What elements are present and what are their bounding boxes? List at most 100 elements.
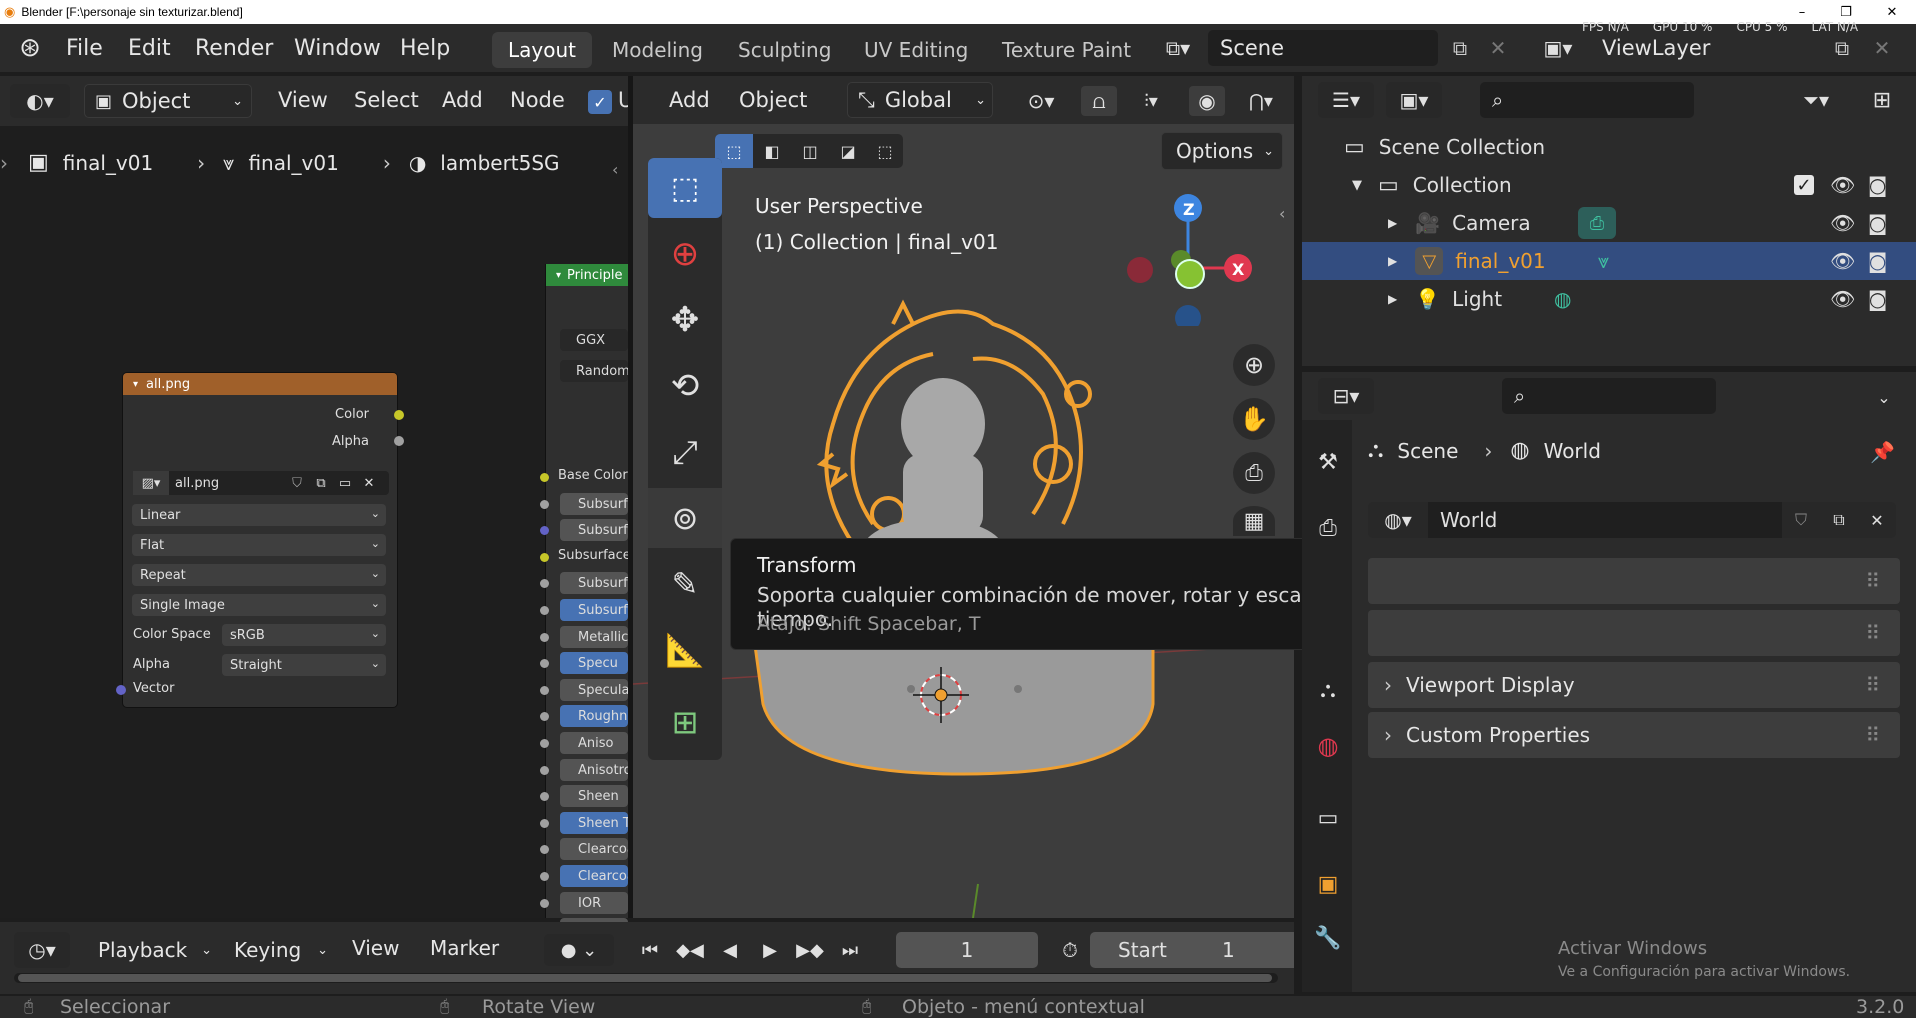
projection-dropdown[interactable]: Flat ⌄ — [132, 534, 386, 556]
play-icon[interactable]: ▶ — [750, 940, 790, 961]
alpha-mode-dropdown[interactable]: Straight ⌄ — [222, 654, 386, 676]
node-menu-select[interactable]: Select — [354, 88, 419, 112]
tab-texture-paint[interactable]: Texture Paint — [986, 32, 1147, 68]
viewport-menu-object[interactable]: Object — [739, 88, 807, 112]
transform-orientation-dropdown[interactable]: ⤡ Global ⌄ — [847, 82, 993, 118]
tab-uv-editing[interactable]: UV Editing — [848, 32, 984, 68]
keying-menu[interactable]: Keying ⌄ — [224, 932, 332, 968]
start-frame-field[interactable]: Start 1 — [1090, 932, 1294, 968]
principled-input-socket[interactable] — [540, 819, 549, 828]
drag-handle-icon[interactable]: ⠿ — [1865, 673, 1880, 697]
3d-viewport[interactable]: Add Object ⤡ Global ⌄ ⊙▾ ⩍ ⫶▾ ◉ ⋂▾ ⬚ ◧ ◫… — [633, 76, 1294, 918]
scene-name-field[interactable]: Scene — [1208, 30, 1438, 66]
principled-input-row[interactable]: Subsurfa — [560, 572, 628, 594]
jump-start-icon[interactable]: ⏮ — [630, 940, 670, 961]
principled-input-socket[interactable] — [540, 633, 549, 642]
principled-input-socket[interactable] — [540, 792, 549, 801]
new-view-layer-icon[interactable]: ⧉ — [1826, 32, 1858, 64]
tab-modeling[interactable]: Modeling — [596, 32, 719, 68]
outliner-row-final-v01[interactable]: ▶ ▽ final_v01 ⩔ 👁 ◙ — [1302, 242, 1916, 280]
output-color-socket[interactable] — [394, 410, 404, 420]
expand-arrow-icon[interactable]: ▶ — [1388, 216, 1397, 230]
principled-input-socket[interactable] — [540, 712, 549, 721]
visibility-eye-icon[interactable]: 👁 — [1830, 249, 1855, 273]
node-menu-add[interactable]: Add — [442, 88, 483, 112]
move-tool-icon[interactable]: ✥ — [648, 290, 722, 350]
scene-tab-icon[interactable]: ⛬ — [1310, 672, 1346, 708]
zoom-icon[interactable]: ⊕ — [1233, 344, 1275, 386]
tool-tab-icon[interactable]: ⚒ — [1310, 444, 1346, 480]
select-box-tool-icon[interactable]: ⬚ — [648, 158, 722, 218]
outliner-row-camera[interactable]: ▶ 🎥 Camera ⎙ 👁 ◙ — [1302, 204, 1916, 242]
principled-input-row[interactable]: Metallic — [560, 626, 628, 648]
principled-input-row[interactable]: Roughn — [560, 705, 628, 727]
snap-icon[interactable]: ⩍ — [1081, 86, 1117, 116]
principled-input-socket[interactable] — [540, 872, 549, 881]
render-camera-icon[interactable]: ◙ — [1868, 173, 1887, 197]
proportional-editing-icon[interactable]: ◉ — [1189, 86, 1225, 116]
unlink-image-icon[interactable]: ✕ — [357, 476, 381, 491]
timeline-scrollbar-thumb[interactable] — [18, 974, 1272, 982]
principled-input-row[interactable]: Subsurface — [558, 548, 628, 563]
image-name-field[interactable]: all.png — [175, 476, 285, 491]
tab-layout[interactable]: Layout — [492, 32, 592, 68]
annotate-tool-icon[interactable]: ✎ — [648, 554, 722, 614]
object-tab-icon[interactable]: ▣ — [1310, 866, 1346, 902]
proportional-falloff-icon[interactable]: ⋂▾ — [1233, 86, 1289, 116]
properties-editor-type-icon[interactable]: ⊟▾ — [1318, 378, 1374, 414]
expand-arrow-icon[interactable]: ▶ — [1388, 292, 1397, 306]
drag-handle-icon[interactable]: ⠿ — [1865, 621, 1880, 645]
light-data-icon[interactable]: ◍ — [1554, 287, 1571, 311]
current-frame-field[interactable]: 1 — [896, 932, 1038, 968]
outliner-search-input[interactable]: ⌕ — [1480, 82, 1694, 118]
measure-tool-icon[interactable]: 📐 — [648, 620, 722, 680]
duplicate-world-icon[interactable]: ⧉ — [1820, 502, 1858, 538]
use-nodes-checkbox[interactable]: ✓ — [588, 90, 612, 114]
image-node-header[interactable]: ▾ all.png — [123, 373, 397, 395]
viewport-menu-add[interactable]: Add — [669, 88, 710, 112]
principled-input-row[interactable]: Sheen — [560, 785, 628, 807]
principled-input-row[interactable]: IOR — [560, 892, 628, 914]
delete-view-layer-icon[interactable]: ✕ — [1866, 32, 1898, 64]
panel-collapsed[interactable]: ⠿ — [1368, 558, 1900, 604]
fake-user-icon[interactable]: ⛉ — [285, 476, 309, 491]
panel-collapsed[interactable]: ⠿ — [1368, 610, 1900, 656]
render-tab-icon[interactable]: ⎙ — [1310, 510, 1346, 546]
drag-handle-icon[interactable]: ⠿ — [1865, 569, 1880, 593]
node-menu-view[interactable]: View — [278, 88, 328, 112]
panel-custom-properties[interactable]: › Custom Properties ⠿ — [1368, 712, 1900, 758]
source-dropdown[interactable]: Single Image ⌄ — [132, 594, 386, 616]
view-layer-field[interactable]: ViewLayer — [1590, 30, 1830, 66]
principled-input-row[interactable]: Base Color — [558, 468, 628, 483]
visibility-eye-icon[interactable]: 👁 — [1830, 173, 1855, 197]
principled-input-socket[interactable] — [540, 686, 549, 695]
input-vector-socket[interactable] — [116, 685, 126, 695]
menu-help[interactable]: Help — [400, 36, 450, 61]
transform-tool-icon[interactable]: ⊚ — [648, 488, 722, 548]
sidebar-toggle-icon[interactable]: ‹ — [612, 160, 618, 179]
principled-input-socket[interactable] — [540, 526, 549, 535]
expand-arrow-icon[interactable]: ▼ — [1352, 178, 1362, 193]
next-keyframe-icon[interactable]: ▶◆ — [790, 940, 830, 961]
snap-target-icon[interactable]: ⫶▾ — [1123, 86, 1179, 116]
perspective-toggle-icon[interactable]: ▦ — [1233, 506, 1275, 536]
principled-input-socket[interactable] — [540, 473, 549, 482]
collapse-icon[interactable]: ▾ — [133, 379, 138, 390]
pivot-point-icon[interactable]: ⊙▾ — [1013, 86, 1069, 116]
new-collection-icon[interactable]: ⊞ — [1862, 82, 1902, 118]
mesh-data-icon[interactable]: ⩔ — [1598, 249, 1609, 273]
visibility-eye-icon[interactable]: 👁 — [1830, 287, 1855, 311]
timeline-menu-marker[interactable]: Marker — [430, 936, 499, 960]
menu-render[interactable]: Render — [195, 36, 273, 61]
principled-input-row[interactable]: Subsurfac — [560, 519, 628, 541]
render-camera-icon[interactable]: ◙ — [1868, 287, 1887, 311]
prev-keyframe-icon[interactable]: ◆◀ — [670, 940, 710, 961]
interpolation-dropdown[interactable]: Linear ⌄ — [132, 504, 386, 526]
principled-input-socket[interactable] — [540, 579, 549, 588]
scale-tool-icon[interactable]: ⤢ — [648, 422, 722, 482]
collapse-icon[interactable]: ▾ — [556, 270, 561, 281]
principled-input-row[interactable]: Clearcoa — [560, 838, 628, 860]
timeline-editor-type-icon[interactable]: ◷▾ — [14, 932, 70, 968]
properties-search-input[interactable]: ⌕ — [1502, 378, 1716, 414]
principled-input-socket[interactable] — [540, 606, 549, 615]
